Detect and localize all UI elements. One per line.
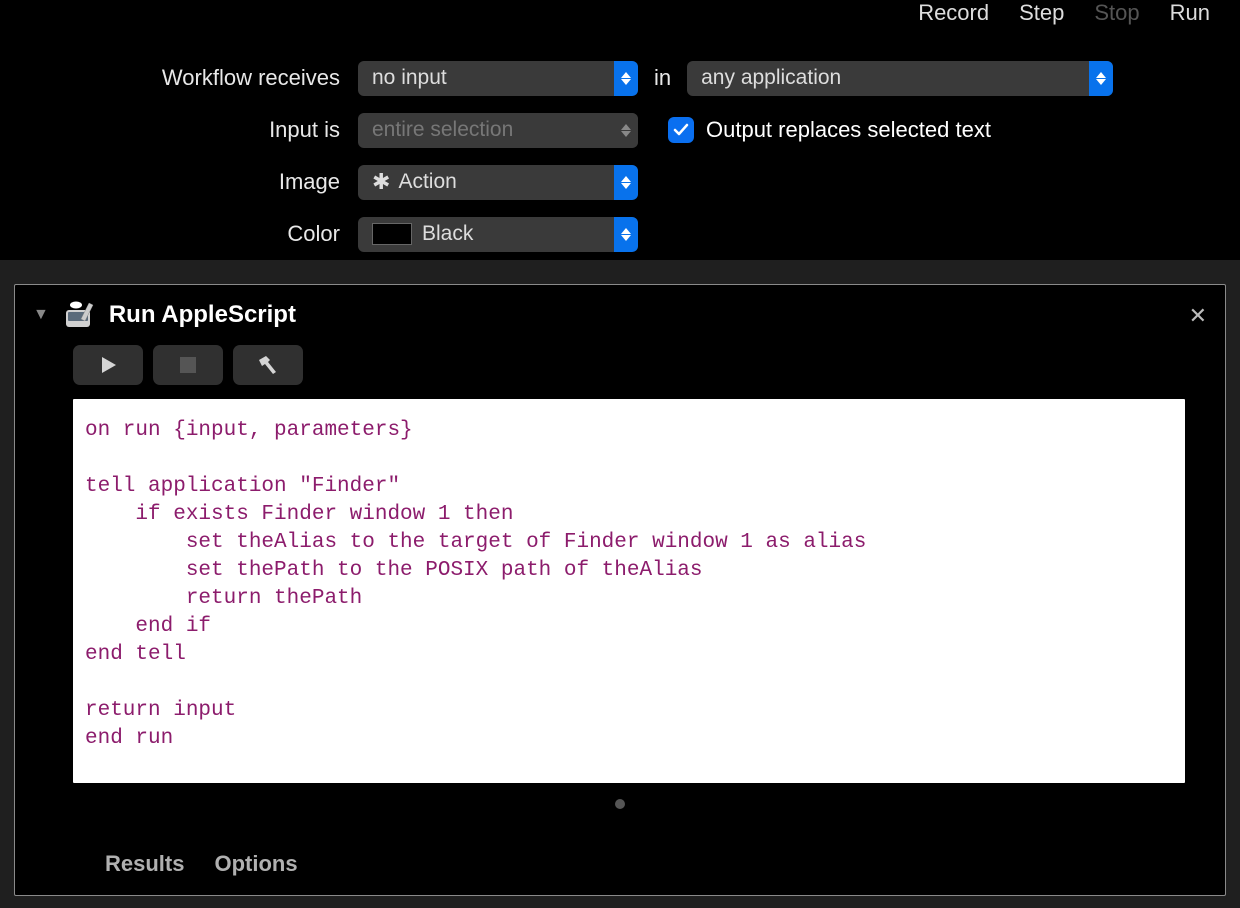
in-label: in	[638, 65, 687, 91]
play-icon	[97, 354, 119, 376]
stop-icon	[179, 356, 197, 374]
close-icon[interactable]: ✕	[1189, 303, 1207, 329]
color-select[interactable]: Black	[358, 217, 638, 252]
stop-button: Stop	[1094, 0, 1139, 20]
application-select[interactable]: any application	[687, 61, 1113, 96]
stop-script-button[interactable]	[153, 345, 223, 385]
applescript-icon	[63, 299, 95, 331]
run-applescript-action[interactable]: ▼ Run AppleScript ✕	[14, 284, 1226, 896]
step-button[interactable]: Step	[1019, 0, 1064, 20]
run-button[interactable]: Run	[1170, 0, 1210, 20]
input-is-label: Input is	[0, 117, 358, 143]
workflow-canvas: ▼ Run AppleScript ✕	[0, 260, 1240, 908]
output-replaces-label: Output replaces selected text	[706, 117, 991, 143]
image-value: Action	[398, 170, 466, 194]
chevron-updown-icon	[614, 165, 638, 200]
color-value: Black	[422, 222, 483, 246]
main-toolbar: Record Step Stop Run	[918, 0, 1210, 20]
record-button[interactable]: Record	[918, 0, 989, 20]
disclosure-triangle-icon[interactable]: ▼	[33, 306, 49, 324]
script-editor[interactable]: on run {input, parameters} tell applicat…	[73, 399, 1185, 783]
action-header[interactable]: ▼ Run AppleScript ✕	[15, 285, 1225, 339]
chevron-updown-icon	[1089, 61, 1113, 96]
results-tab[interactable]: Results	[105, 851, 184, 877]
chevron-updown-icon	[614, 113, 638, 148]
input-is-select: entire selection	[358, 113, 638, 148]
image-select[interactable]: ✱ Action	[358, 165, 638, 200]
workflow-receives-label: Workflow receives	[0, 65, 358, 91]
chevron-updown-icon	[614, 61, 638, 96]
workflow-receives-value: no input	[372, 66, 457, 90]
options-tab[interactable]: Options	[214, 851, 297, 877]
check-icon	[673, 122, 689, 138]
image-label: Image	[0, 169, 358, 195]
hammer-icon	[256, 354, 280, 376]
output-replaces-checkbox[interactable]	[668, 117, 694, 143]
compile-button[interactable]	[233, 345, 303, 385]
action-title: Run AppleScript	[109, 301, 296, 329]
input-is-value: entire selection	[372, 118, 523, 142]
script-toolbar	[15, 339, 1225, 399]
application-value: any application	[701, 66, 851, 90]
color-label: Color	[0, 221, 358, 247]
chevron-updown-icon	[614, 217, 638, 252]
workflow-config: Workflow receives no input in any applic…	[0, 42, 1240, 270]
resize-handle-icon[interactable]	[615, 799, 625, 809]
workflow-receives-select[interactable]: no input	[358, 61, 638, 96]
color-swatch	[372, 223, 412, 245]
gear-icon: ✱	[372, 169, 390, 195]
play-button[interactable]	[73, 345, 143, 385]
action-footer: Results Options	[15, 833, 1225, 895]
